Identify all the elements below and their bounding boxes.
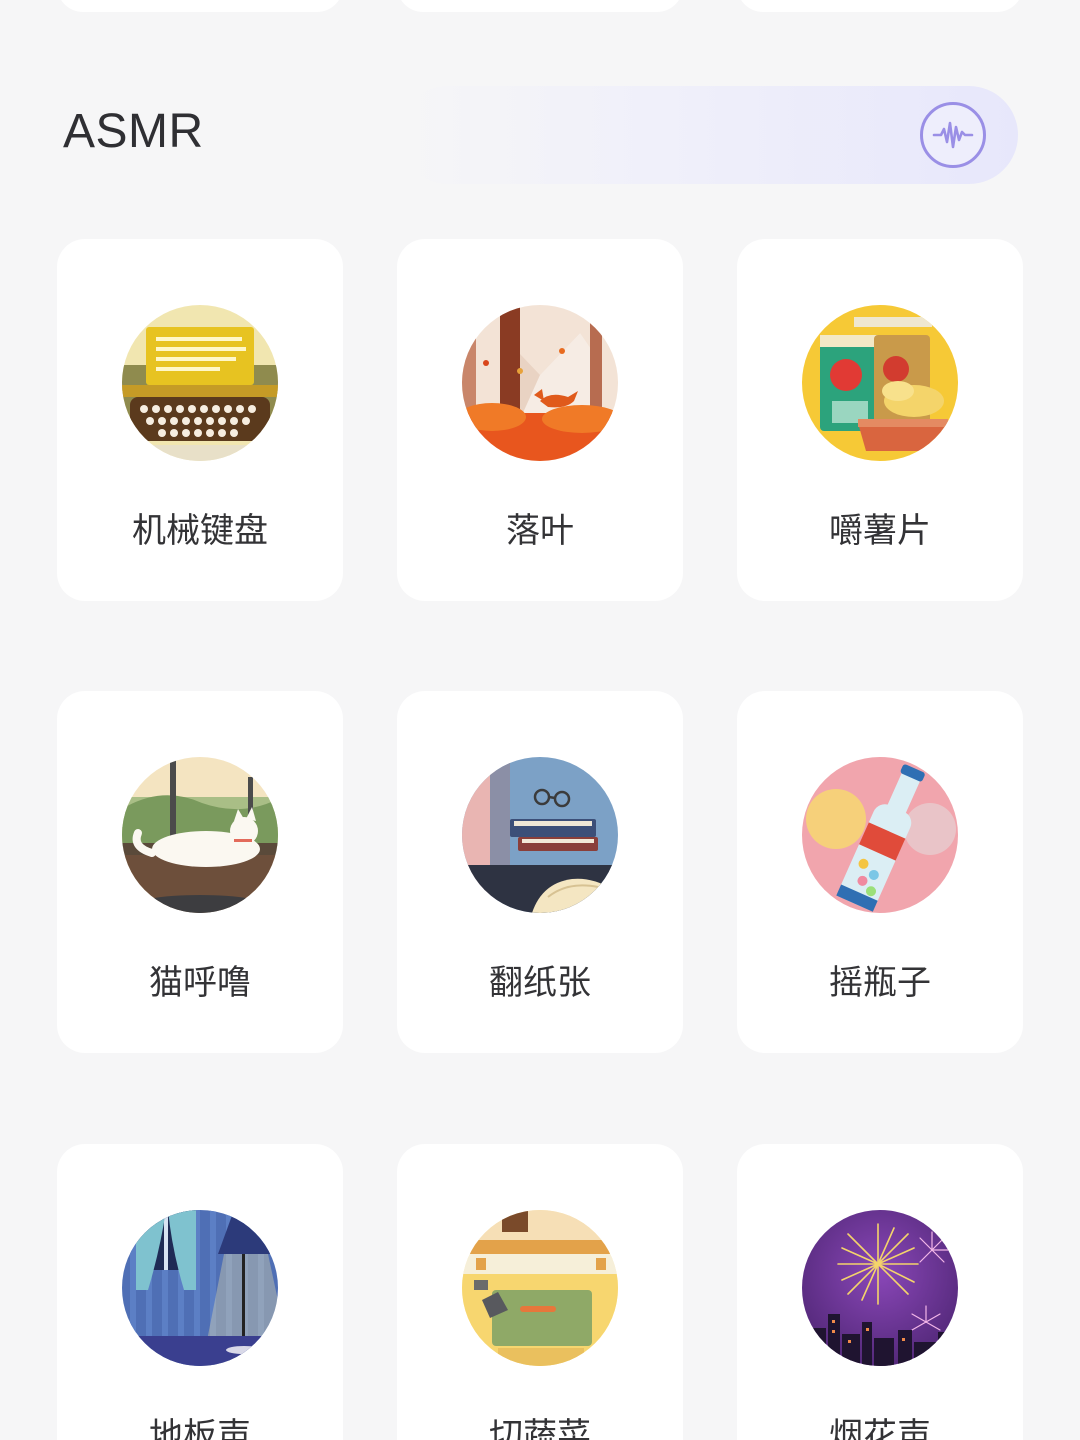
sound-card-label: 翻纸张: [489, 963, 591, 1003]
sound-card-label: 落叶: [506, 511, 574, 551]
sound-card-label: 地板声: [149, 1416, 251, 1440]
potato-chips-icon: [802, 305, 958, 461]
cutting-board-icon: [462, 1210, 618, 1366]
sound-card-cut-vegetables[interactable]: 切蔬菜: [397, 1144, 683, 1440]
sound-wave-button[interactable]: [920, 102, 986, 168]
sound-card-shake-bottle[interactable]: 摇瓶子: [737, 691, 1023, 1053]
sound-card-falling-leaves[interactable]: 落叶: [397, 239, 683, 601]
asmr-page: ASMR 机械键盘 落叶 嚼薯片 猫呼噜 翻纸张 摇瓶子 地板声 切蔬菜 烟花声: [0, 0, 1080, 1440]
sound-card-label: 嚼薯片: [829, 511, 931, 551]
sound-card-label: 切蔬菜: [489, 1416, 591, 1440]
sound-card-label: 烟花声: [829, 1416, 931, 1440]
sound-card-turning-pages[interactable]: 翻纸张: [397, 691, 683, 1053]
sleeping-cat-icon: [122, 757, 278, 913]
sound-wave-icon: [932, 121, 974, 149]
previous-row-card[interactable]: [57, 0, 343, 12]
sound-card-label: 摇瓶子: [829, 963, 931, 1003]
sound-card-label: 猫呼噜: [149, 963, 251, 1003]
sugar-bottle-icon: [802, 757, 958, 913]
previous-row-card[interactable]: [737, 0, 1023, 12]
section-title: ASMR: [63, 105, 204, 158]
fireworks-icon: [802, 1210, 958, 1366]
sound-card-floor[interactable]: 地板声: [57, 1144, 343, 1440]
sound-card-cat-purr[interactable]: 猫呼噜: [57, 691, 343, 1053]
sound-card-chips[interactable]: 嚼薯片: [737, 239, 1023, 601]
autumn-fox-forest-icon: [462, 305, 618, 461]
sound-card-keyboard[interactable]: 机械键盘: [57, 239, 343, 601]
books-glasses-icon: [462, 757, 618, 913]
typewriter-keyboard-icon: [122, 305, 278, 461]
sound-card-label: 机械键盘: [132, 511, 268, 551]
sound-card-fireworks[interactable]: 烟花声: [737, 1144, 1023, 1440]
previous-row-card[interactable]: [397, 0, 683, 12]
room-floor-lamp-icon: [122, 1210, 278, 1366]
